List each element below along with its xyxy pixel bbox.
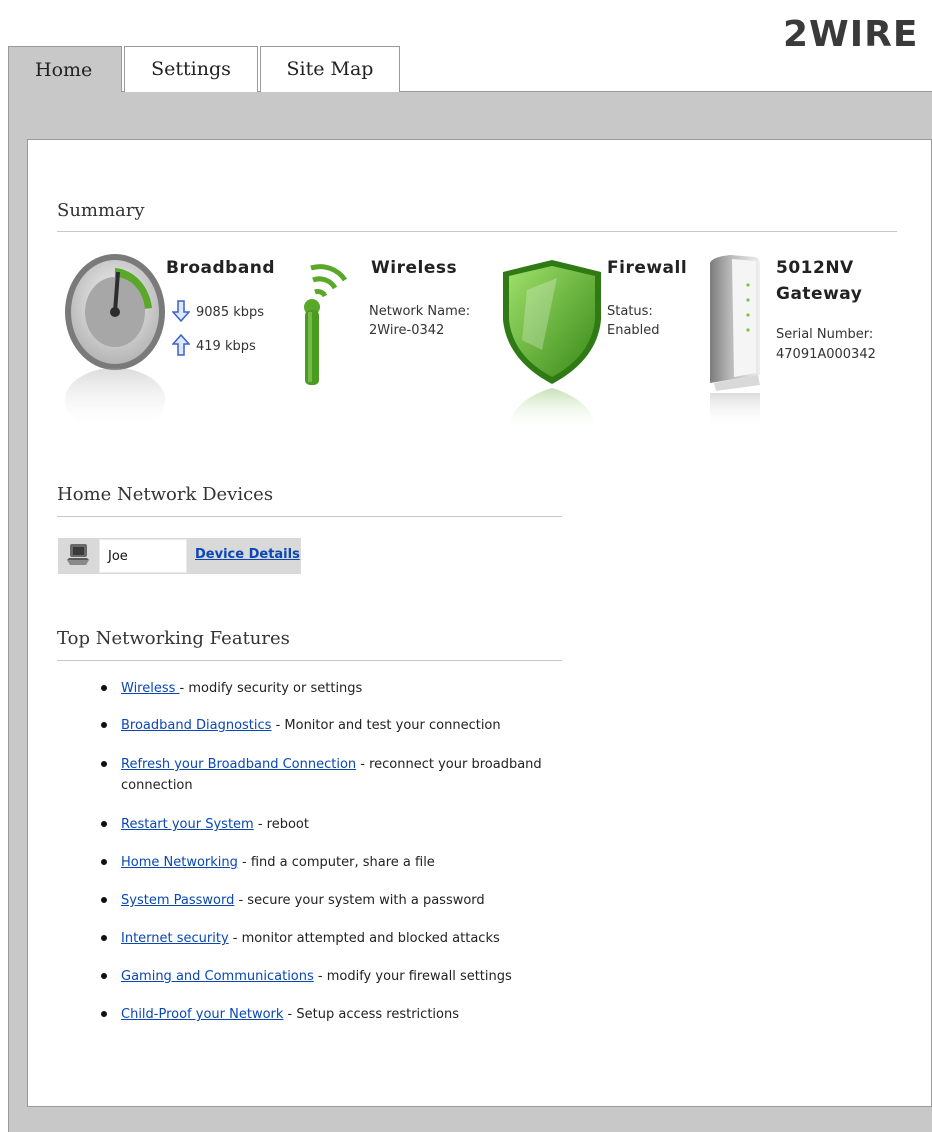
tab-home[interactable]: Home xyxy=(8,46,122,92)
computer-icon xyxy=(65,543,91,571)
bullet-icon xyxy=(101,685,107,691)
feature-item: Internet security - monitor attempted an… xyxy=(100,928,570,949)
arrow-up-icon xyxy=(171,333,191,360)
features-divider xyxy=(57,660,562,661)
tab-site-map[interactable]: Site Map xyxy=(260,46,400,92)
feature-link-refresh-broadband[interactable]: Refresh your Broadband Connection xyxy=(121,757,356,772)
feature-desc: - secure your system with a password xyxy=(234,893,485,908)
wireless-antenna-icon xyxy=(295,250,355,390)
broadband-down-speed: 9085 kbps xyxy=(196,305,265,320)
feature-desc: - find a computer, share a file xyxy=(237,855,435,870)
arrow-down-icon xyxy=(171,300,191,326)
feature-item: Broadband Diagnostics - Monitor and test… xyxy=(100,715,570,736)
device-row: Joe Device Details xyxy=(58,538,301,574)
gateway-serial-value: 47091A000342 xyxy=(776,347,876,362)
broadband-title: Broadband xyxy=(166,258,276,278)
feature-link-wireless[interactable]: Wireless xyxy=(121,681,180,696)
feature-link-gaming-communications[interactable]: Gaming and Communications xyxy=(121,969,314,984)
feature-link-child-proof-network[interactable]: Child-Proof your Network xyxy=(121,1007,283,1022)
feature-desc: - Setup access restrictions xyxy=(283,1007,459,1022)
bullet-icon xyxy=(101,859,107,865)
bullet-icon xyxy=(101,1011,107,1017)
gateway-serial-label: Serial Number: xyxy=(776,327,874,342)
feature-desc: - reboot xyxy=(253,817,309,832)
feature-item: Restart your System - reboot xyxy=(100,814,570,835)
feature-item: Refresh your Broadband Connection - reco… xyxy=(100,754,570,796)
summary-divider xyxy=(57,231,897,232)
bullet-icon xyxy=(101,722,107,728)
feature-link-internet-security[interactable]: Internet security xyxy=(121,931,229,946)
bullet-icon xyxy=(101,973,107,979)
feature-item: Child-Proof your Network - Setup access … xyxy=(100,1004,570,1025)
feature-link-home-networking[interactable]: Home Networking xyxy=(121,855,238,870)
features-list: Wireless - modify security or settings B… xyxy=(100,678,570,1025)
feature-desc: - Monitor and test your connection xyxy=(271,718,501,733)
firewall-status-value: Enabled xyxy=(607,323,660,338)
2wire-logo: 2WIRE xyxy=(783,14,932,54)
tab-settings[interactable]: Settings xyxy=(124,46,258,92)
feature-item: Home Networking - find a computer, share… xyxy=(100,852,570,873)
feature-item: System Password - secure your system wit… xyxy=(100,890,570,911)
feature-desc: - modify security or settings xyxy=(179,681,363,696)
firewall-title: Firewall xyxy=(607,258,688,278)
feature-link-restart-system[interactable]: Restart your System xyxy=(121,817,254,832)
devices-title: Home Network Devices xyxy=(57,484,274,505)
broadband-gauge-icon xyxy=(60,250,170,432)
feature-desc: - monitor attempted and blocked attacks xyxy=(228,931,500,946)
gateway-title-line2: Gateway xyxy=(776,284,863,304)
devices-divider xyxy=(57,516,562,517)
features-title: Top Networking Features xyxy=(57,628,290,649)
gateway-title-line1: 5012NV xyxy=(776,258,854,278)
feature-link-system-password[interactable]: System Password xyxy=(121,893,234,908)
device-details-link[interactable]: Device Details xyxy=(195,547,300,562)
logo-text: 2WIRE xyxy=(783,14,918,54)
firewall-shield-icon xyxy=(497,260,607,430)
bullet-icon xyxy=(101,821,107,827)
firewall-status-label: Status: xyxy=(607,304,653,319)
summary-title: Summary xyxy=(57,200,145,221)
gateway-device-icon xyxy=(700,255,770,430)
feature-link-broadband-diagnostics[interactable]: Broadband Diagnostics xyxy=(121,718,271,733)
bullet-icon xyxy=(101,935,107,941)
bullet-icon xyxy=(101,761,107,767)
wireless-title: Wireless xyxy=(371,258,458,278)
feature-desc: - modify your firewall settings xyxy=(313,969,512,984)
bullet-icon xyxy=(101,897,107,903)
feature-item: Wireless - modify security or settings xyxy=(100,678,570,699)
device-name-field: Joe xyxy=(99,539,187,573)
broadband-up-speed: 419 kbps xyxy=(196,339,256,354)
wireless-network-name: 2Wire-0342 xyxy=(369,323,445,338)
feature-item: Gaming and Communications - modify your … xyxy=(100,966,570,987)
wireless-network-label: Network Name: xyxy=(369,304,471,319)
